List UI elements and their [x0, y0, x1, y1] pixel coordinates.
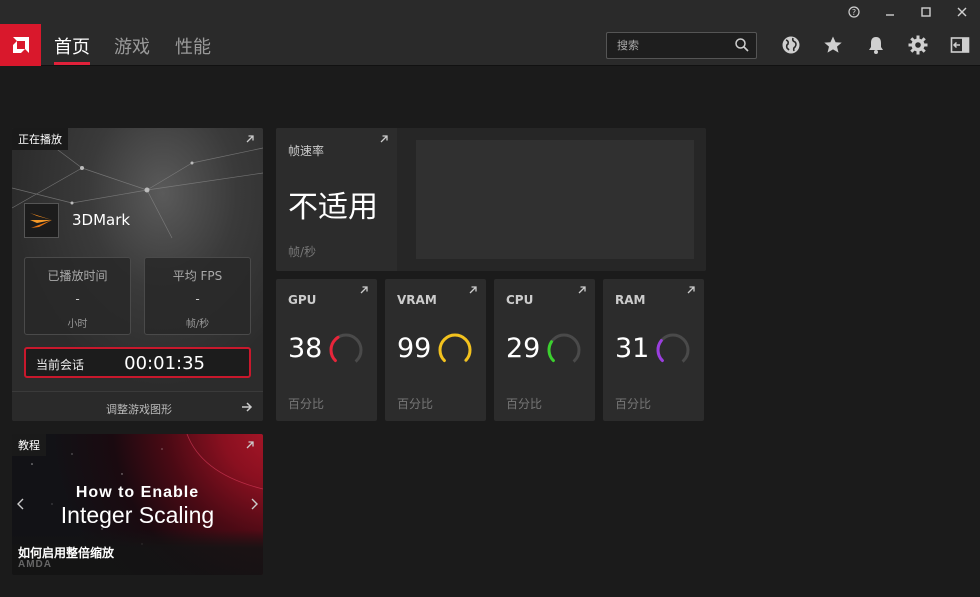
gpu-title: GPU	[288, 293, 317, 307]
vram-title: VRAM	[397, 293, 437, 307]
svg-text:?: ?	[852, 8, 856, 17]
nav-bar: 首页 游戏 性能	[0, 24, 980, 66]
session-time: 00:01:35	[124, 353, 205, 374]
tutorial-card[interactable]: 教程 How to Enable Integer Scaling 如何启用整倍缩…	[12, 434, 263, 575]
expand-arrow-icon[interactable]	[686, 285, 696, 295]
framerate-card[interactable]: 帧速率 不适用 帧/秒	[276, 128, 706, 271]
tab-performance[interactable]: 性能	[175, 33, 211, 63]
avg-fps-label: 平均 FPS	[172, 269, 223, 283]
cpu-value: 29	[506, 333, 541, 364]
framerate-value: 不适用	[288, 190, 378, 225]
gpu-metric-card[interactable]: GPU 38 百分比	[276, 279, 377, 421]
ram-unit: 百分比	[615, 397, 652, 411]
expand-arrow-icon[interactable]	[359, 285, 369, 295]
search-icon[interactable]	[734, 37, 750, 53]
search-box	[606, 32, 757, 59]
ram-title: RAM	[615, 293, 646, 307]
star-icon[interactable]	[823, 35, 843, 55]
vram-unit: 百分比	[397, 397, 434, 411]
avg-fps-unit: 帧/秒	[185, 319, 210, 330]
played-time-box[interactable]: 已播放时间 - 小时	[24, 257, 131, 335]
globe-icon[interactable]	[781, 35, 801, 55]
expand-arrow-icon[interactable]	[468, 285, 478, 295]
avg-fps-box[interactable]: 平均 FPS - 帧/秒	[144, 257, 251, 335]
gpu-unit: 百分比	[288, 397, 325, 411]
framerate-title: 帧速率	[288, 144, 325, 158]
tab-home[interactable]: 首页	[54, 33, 90, 65]
framerate-unit: 帧/秒	[288, 245, 317, 259]
played-time-unit: 小时	[67, 319, 88, 330]
expand-arrow-icon[interactable]	[577, 285, 587, 295]
game-title: 3DMark	[72, 211, 131, 229]
avg-fps-value: -	[195, 292, 200, 306]
minimize-icon[interactable]	[872, 0, 908, 24]
expand-arrow-icon[interactable]	[245, 134, 255, 144]
active-tab-indicator	[54, 62, 90, 65]
tab-games-label: 游戏	[114, 37, 150, 58]
played-time-label: 已播放时间	[47, 269, 108, 283]
vram-value: 99	[397, 333, 432, 364]
cpu-title: CPU	[506, 293, 534, 307]
tutorial-headline-2: Integer Scaling	[60, 502, 215, 528]
tutorial-tag: 教程	[12, 434, 46, 456]
bell-icon[interactable]	[866, 35, 886, 55]
adjust-graphics-link[interactable]: 调整游戏图形	[12, 391, 263, 421]
now-playing-tag: 正在播放	[12, 128, 68, 150]
sidebar-exit-icon[interactable]	[950, 35, 970, 55]
tab-home-label: 首页	[54, 37, 90, 58]
tutorial-amd-brand: AMDA	[18, 559, 52, 570]
framerate-graph-area	[416, 140, 694, 259]
maximize-icon[interactable]	[908, 0, 944, 24]
amd-logo-icon	[12, 37, 29, 53]
title-bar: ?	[0, 0, 980, 24]
amd-logo[interactable]	[0, 24, 41, 66]
framerate-graph-panel	[397, 128, 706, 271]
search-input[interactable]	[607, 33, 722, 58]
current-session-box: 当前会话 00:01:35	[24, 347, 251, 378]
game-icon-3dmark[interactable]	[24, 203, 59, 238]
tab-performance-label: 性能	[175, 37, 211, 58]
help-circle-icon[interactable]: ?	[836, 0, 872, 24]
cpu-unit: 百分比	[506, 397, 543, 411]
gear-icon[interactable]	[908, 35, 928, 55]
vram-metric-card[interactable]: VRAM 99 百分比	[385, 279, 486, 421]
cpu-gauge	[547, 333, 581, 367]
played-time-value: -	[75, 292, 80, 306]
ram-metric-card[interactable]: RAM 31 百分比	[603, 279, 704, 421]
adjust-graphics-label: 调整游戏图形	[106, 403, 172, 416]
session-label: 当前会话	[36, 358, 85, 372]
ram-value: 31	[615, 333, 650, 364]
close-icon[interactable]	[944, 0, 980, 24]
tutorial-headline-1: How to Enable	[75, 484, 200, 501]
ram-gauge	[656, 333, 690, 367]
arrow-right-icon	[242, 402, 253, 412]
cpu-metric-card[interactable]: CPU 29 百分比	[494, 279, 595, 421]
framerate-info-panel: 帧速率 不适用 帧/秒	[276, 128, 397, 271]
vram-gauge	[438, 333, 472, 367]
tab-games[interactable]: 游戏	[114, 33, 150, 63]
expand-arrow-icon[interactable]	[379, 134, 389, 144]
expand-arrow-icon[interactable]	[245, 440, 255, 450]
now-playing-card: 正在播放 3DMark 已播放时间 - 小时 平均 FPS - 帧/秒 当前会话…	[12, 128, 263, 421]
3dmark-logo-icon	[30, 213, 52, 228]
gpu-gauge	[329, 333, 363, 367]
gpu-value: 38	[288, 333, 323, 364]
